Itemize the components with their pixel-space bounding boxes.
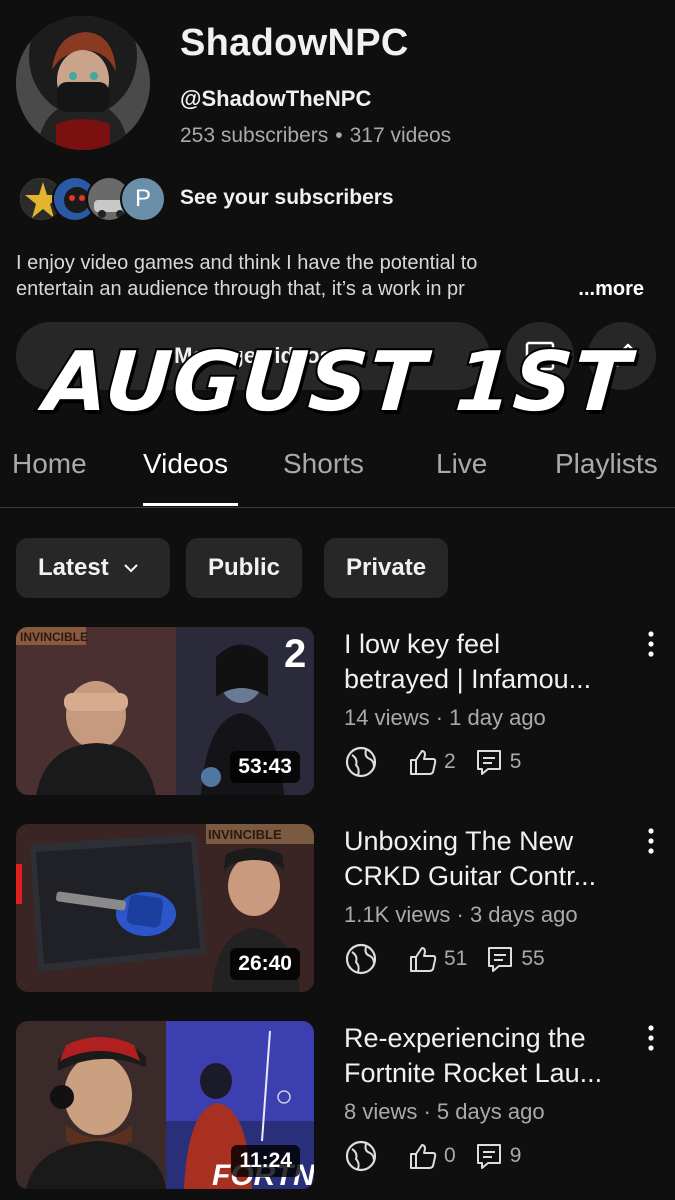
- subscriber-avatar-initial: P: [120, 176, 166, 222]
- filter-private-chip[interactable]: Private: [324, 538, 449, 598]
- comment-count: 9: [509, 1144, 522, 1167]
- thumbnail-badge-number: 2: [284, 632, 306, 676]
- filter-label: Public: [208, 554, 281, 581]
- more-options-icon[interactable]: [641, 629, 661, 659]
- video-stats: 2 5: [344, 745, 539, 779]
- video-title-line: CRKD Guitar Contr...: [344, 861, 597, 891]
- video-views: 1.1K views: [344, 902, 451, 927]
- video-title-line: I low key feel: [344, 629, 501, 659]
- channel-description[interactable]: I enjoy video games and think I have the…: [16, 250, 656, 302]
- video-item[interactable]: INVINCIBLE 2 53:43 I low key feel betray…: [16, 627, 661, 797]
- filter-public-chip[interactable]: Public: [186, 538, 303, 598]
- video-age: 1 day ago: [449, 705, 546, 730]
- tab-videos[interactable]: Videos: [143, 448, 228, 480]
- video-stats: 51 55: [344, 942, 563, 976]
- video-title[interactable]: Unboxing The New CRKD Guitar Contr...: [344, 824, 629, 894]
- video-count: 317 videos: [349, 124, 452, 147]
- channel-handle: @ShadowTheNPC: [180, 86, 372, 111]
- like-count: 2: [444, 750, 456, 773]
- video-meta: 1.1K views · 3 days ago: [344, 902, 578, 927]
- like-count: 51: [444, 947, 468, 970]
- video-title[interactable]: I low key feel betrayed | Infamou...: [344, 627, 629, 697]
- video-duration: 11:24: [231, 1145, 300, 1177]
- video-thumbnail[interactable]: INVINCIBLE 2 53:43: [16, 627, 314, 795]
- video-thumbnail[interactable]: INVINCIBLE 26:40: [16, 824, 314, 992]
- video-meta: 14 views · 1 day ago: [344, 705, 546, 730]
- video-item[interactable]: FORTNITE 11:24 Re-experiencing the Fortn…: [16, 1021, 661, 1191]
- video-thumbnail[interactable]: FORTNITE 11:24: [16, 1021, 314, 1189]
- subscriber-count: 253 subscribers: [180, 124, 329, 147]
- video-duration: 53:43: [230, 751, 300, 783]
- video-title-line: Fortnite Rocket Lau...: [344, 1058, 603, 1088]
- description-line: I enjoy video games and think I have the…: [16, 252, 478, 274]
- comment-count: 55: [521, 947, 545, 970]
- comment-count: 5: [509, 750, 522, 773]
- more-options-icon[interactable]: [641, 826, 661, 856]
- overlay-date-text: AUGUST 1ST: [39, 333, 635, 432]
- channel-name: ShadowNPC: [180, 22, 409, 64]
- video-duration: 26:40: [230, 948, 300, 980]
- globe-icon: [345, 746, 377, 778]
- filter-latest-chip[interactable]: Latest: [16, 538, 170, 598]
- filter-label: Private: [346, 554, 427, 581]
- globe-icon: [345, 1140, 377, 1172]
- tab-playlists[interactable]: Playlists: [555, 448, 658, 480]
- filter-label: Latest: [38, 554, 109, 581]
- tab-shorts[interactable]: Shorts: [283, 448, 364, 480]
- chevron-down-icon: [123, 564, 138, 573]
- like-count: 0: [444, 1144, 456, 1167]
- thumbs-up-icon: [410, 750, 437, 775]
- subscriber-avatars[interactable]: P: [18, 176, 168, 224]
- tab-live[interactable]: Live: [436, 448, 487, 480]
- video-title-line: Unboxing The New: [344, 826, 574, 856]
- video-age: 5 days ago: [436, 1099, 545, 1124]
- comment-icon: [476, 750, 501, 775]
- thumbnail-banner-text: INVINCIBLE: [208, 827, 282, 842]
- video-title[interactable]: Re-experiencing the Fortnite Rocket Lau.…: [344, 1021, 629, 1091]
- channel-stats: 253 subscribers • 317 videos: [180, 124, 452, 147]
- active-tab-indicator: [143, 503, 238, 506]
- video-views: 14 views: [344, 705, 430, 730]
- thumbnail-banner-text: INVINCIBLE: [20, 630, 88, 644]
- comment-icon: [488, 947, 513, 972]
- channel-tabs: Home Videos Shorts Live Playlists: [0, 440, 675, 508]
- video-age: 3 days ago: [469, 902, 578, 927]
- video-title-line: Re-experiencing the: [344, 1023, 586, 1053]
- comment-icon: [476, 1144, 501, 1169]
- video-title-line: betrayed | Infamou...: [344, 664, 592, 694]
- see-subscribers-link[interactable]: See your subscribers: [180, 186, 394, 210]
- tab-home[interactable]: Home: [12, 448, 87, 480]
- video-stats: 0 9: [344, 1139, 539, 1173]
- channel-avatar[interactable]: [16, 16, 150, 150]
- video-item[interactable]: INVINCIBLE 26:40 Unboxing The New CRKD G…: [16, 824, 661, 994]
- more-link[interactable]: ...more: [538, 276, 644, 302]
- thumbs-up-icon: [410, 1144, 437, 1169]
- video-meta: 8 views · 5 days ago: [344, 1099, 545, 1124]
- more-options-icon[interactable]: [641, 1023, 661, 1053]
- video-views: 8 views: [344, 1099, 418, 1124]
- globe-icon: [345, 943, 377, 975]
- thumbs-up-icon: [410, 947, 437, 972]
